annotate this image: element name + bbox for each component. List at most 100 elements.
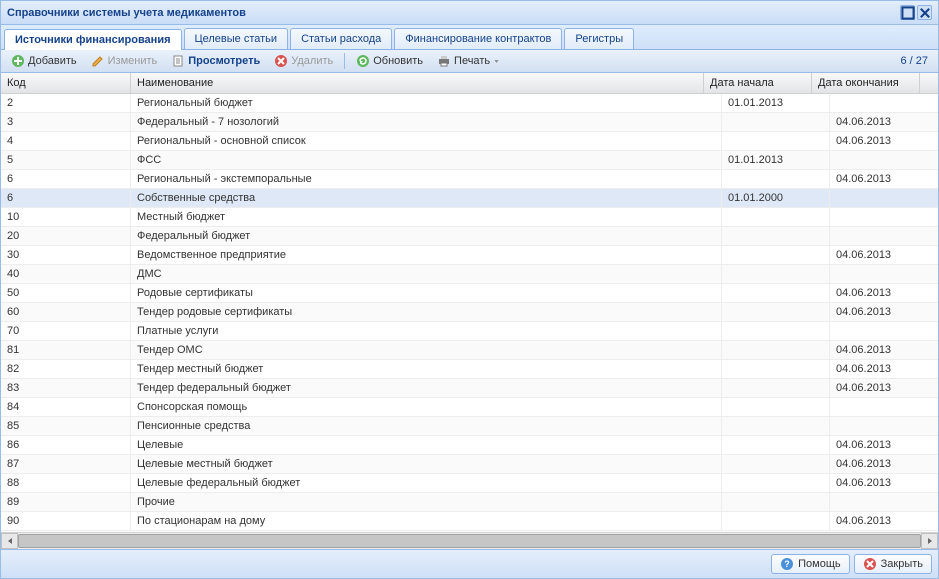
cell-d1 (722, 474, 830, 492)
grid-header: Код Наименование Дата начала Дата оконча… (1, 73, 938, 94)
cell-d2: 04.06.2013 (830, 284, 938, 302)
tab-регистры[interactable]: Регистры (564, 28, 634, 49)
cell-d2: 04.06.2013 (830, 455, 938, 473)
window: Справочники системы учета медикаментов И… (0, 0, 939, 579)
refresh-button[interactable]: Обновить (350, 52, 429, 70)
cell-code: 4 (1, 132, 131, 150)
table-row[interactable]: 83Тендер федеральный бюджет04.06.2013 (1, 379, 938, 398)
cell-d1 (722, 493, 830, 511)
cell-code: 83 (1, 379, 131, 397)
table-row[interactable]: 86Целевые04.06.2013 (1, 436, 938, 455)
cell-code: 82 (1, 360, 131, 378)
cell-d2: 04.06.2013 (830, 246, 938, 264)
delete-button[interactable]: Удалить (268, 52, 339, 70)
table-row[interactable]: 82Тендер местный бюджет04.06.2013 (1, 360, 938, 379)
cell-code: 3 (1, 113, 131, 131)
table-row[interactable]: 60Тендер родовые сертификаты04.06.2013 (1, 303, 938, 322)
col-header-name[interactable]: Наименование (131, 73, 704, 93)
cell-d2: 04.06.2013 (830, 512, 938, 530)
add-button[interactable]: Добавить (5, 52, 83, 70)
cell-d1: 01.01.2013 (722, 151, 830, 169)
cell-d2: 04.06.2013 (830, 132, 938, 150)
scroll-right-icon[interactable] (921, 533, 938, 549)
cell-name: Прочие (131, 493, 722, 511)
table-row[interactable]: 87Целевые местный бюджет04.06.2013 (1, 455, 938, 474)
cell-d2: 04.06.2013 (830, 170, 938, 188)
table-row[interactable]: 70Платные услуги (1, 322, 938, 341)
cell-d1 (722, 170, 830, 188)
table-row[interactable]: 88Целевые федеральный бюджет04.06.2013 (1, 474, 938, 493)
cell-name: Целевые местный бюджет (131, 455, 722, 473)
cell-code: 81 (1, 341, 131, 359)
table-row[interactable]: 85Пенсионные средства (1, 417, 938, 436)
scroll-thumb[interactable] (18, 534, 921, 548)
cell-d1 (722, 379, 830, 397)
cell-d1: 01.01.2000 (722, 189, 830, 207)
cell-d1 (722, 455, 830, 473)
cell-code: 70 (1, 322, 131, 340)
horizontal-scrollbar[interactable] (1, 532, 938, 549)
table-row[interactable]: 30Ведомственное предприятие04.06.2013 (1, 246, 938, 265)
cell-d1 (722, 360, 830, 378)
table-row[interactable]: 40ДМС (1, 265, 938, 284)
cell-name: Родовые сертификаты (131, 284, 722, 302)
table-row[interactable]: 2Региональный бюджет01.01.2013 (1, 94, 938, 113)
cell-code: 6 (1, 189, 131, 207)
cell-code: 50 (1, 284, 131, 302)
cell-name: Региональный бюджет (131, 94, 722, 112)
cell-name: Собственные средства (131, 189, 722, 207)
cell-name: ДМС (131, 265, 722, 283)
document-icon (171, 54, 185, 68)
col-header-date-end[interactable]: Дата окончания (812, 73, 920, 93)
table-row[interactable]: 81Тендер ОМС04.06.2013 (1, 341, 938, 360)
cell-name: Пенсионные средства (131, 417, 722, 435)
cell-d1 (722, 512, 830, 530)
close-button[interactable] (917, 5, 932, 20)
tab-источники-финансирования[interactable]: Источники финансирования (4, 29, 182, 50)
edit-button[interactable]: Изменить (85, 52, 164, 70)
table-row[interactable]: 6Собственные средства01.01.2000 (1, 189, 938, 208)
grid: Код Наименование Дата начала Дата оконча… (1, 73, 938, 549)
cell-name: ФСС (131, 151, 722, 169)
printer-icon (437, 54, 451, 68)
table-row[interactable]: 10Местный бюджет (1, 208, 938, 227)
cell-name: Платные услуги (131, 322, 722, 340)
tab-content: Добавить Изменить Просмотреть Удалить (1, 50, 938, 549)
cell-d1 (722, 265, 830, 283)
cell-d2 (830, 227, 938, 245)
cell-d1 (722, 132, 830, 150)
tab-финансирование-контрактов[interactable]: Финансирование контрактов (394, 28, 562, 49)
maximize-button[interactable] (900, 5, 915, 20)
view-button[interactable]: Просмотреть (165, 52, 266, 70)
close-footer-button[interactable]: Закрыть (854, 554, 932, 574)
tab-статьи-расхода[interactable]: Статьи расхода (290, 28, 392, 49)
print-button[interactable]: Печать (431, 52, 506, 70)
table-row[interactable]: 20Федеральный бюджет (1, 227, 938, 246)
grid-body[interactable]: 2Региональный бюджет01.01.20133Федеральн… (1, 94, 938, 532)
cell-name: Федеральный - 7 нозологий (131, 113, 722, 131)
cell-d2: 04.06.2013 (830, 113, 938, 131)
tab-целевые-статьи[interactable]: Целевые статьи (184, 28, 289, 49)
cell-name: Региональный - основной список (131, 132, 722, 150)
table-row[interactable]: 50Родовые сертификаты 04.06.2013 (1, 284, 938, 303)
table-row[interactable]: 90По стационарам на дому04.06.2013 (1, 512, 938, 531)
col-header-code[interactable]: Код (1, 73, 131, 93)
table-row[interactable]: 6Региональный - экстемпоральные04.06.201… (1, 170, 938, 189)
help-button[interactable]: ? Помощь (771, 554, 850, 574)
table-row[interactable]: 84Спонсорская помощь (1, 398, 938, 417)
add-label: Добавить (28, 55, 77, 67)
cell-name: Ведомственное предприятие (131, 246, 722, 264)
table-row[interactable]: 89Прочие (1, 493, 938, 512)
table-row[interactable]: 4Региональный - основной список 04.06.201… (1, 132, 938, 151)
cell-name: Целевые (131, 436, 722, 454)
cell-name: По стационарам на дому (131, 512, 722, 530)
table-row[interactable]: 3Федеральный - 7 нозологий 04.06.2013 (1, 113, 938, 132)
cell-code: 88 (1, 474, 131, 492)
col-header-date-start[interactable]: Дата начала (704, 73, 812, 93)
cell-d2 (830, 94, 938, 112)
col-header-scroll (920, 73, 938, 93)
table-row[interactable]: 5ФСС01.01.2013 (1, 151, 938, 170)
close-icon (918, 6, 932, 20)
scroll-left-icon[interactable] (1, 533, 18, 549)
cell-d2: 04.06.2013 (830, 474, 938, 492)
